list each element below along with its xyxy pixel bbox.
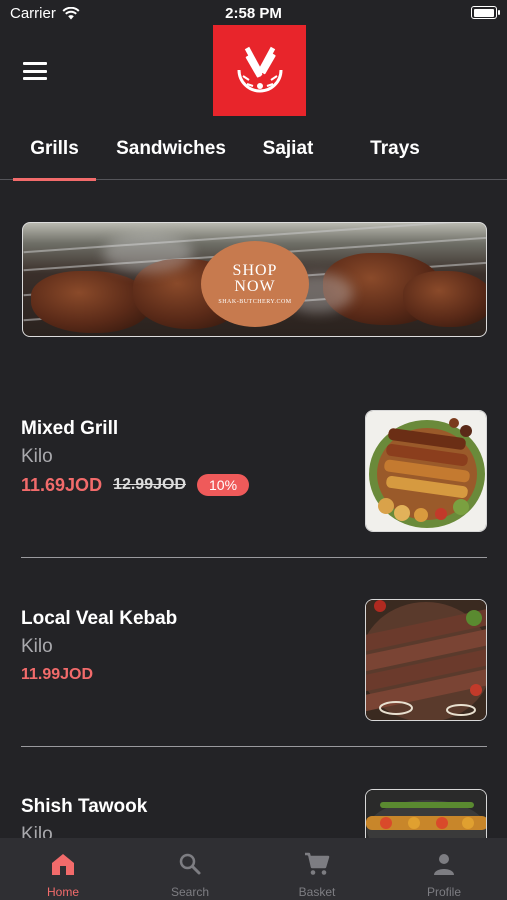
tab-sajiat[interactable]: Sajiat bbox=[250, 138, 326, 180]
product-unit: Kilo bbox=[21, 636, 53, 657]
nav-label: Search bbox=[170, 885, 210, 899]
status-bar: Carrier 2:58 PM bbox=[0, 0, 507, 28]
shop-now-line1: SHOP bbox=[232, 262, 278, 279]
product-item-shish-tawook[interactable]: Shish Tawook Kilo bbox=[0, 780, 507, 838]
promo-banner[interactable]: SHOP NOW SHAK-BUTCHERY.COM bbox=[22, 222, 487, 337]
tab-trays[interactable]: Trays bbox=[355, 138, 435, 180]
product-old-price: 12.99JOD bbox=[113, 476, 186, 493]
product-item-mixed-grill[interactable]: Mixed Grill Kilo 11.69JOD 12.99JOD 10% bbox=[0, 400, 507, 550]
battery-fill bbox=[473, 8, 494, 17]
nav-label: Profile bbox=[426, 885, 461, 899]
product-name: Local Veal Kebab bbox=[21, 608, 178, 629]
product-price: 11.99JOD bbox=[21, 666, 94, 683]
nav-basket[interactable]: Basket bbox=[254, 838, 380, 900]
home-icon bbox=[52, 854, 74, 875]
tab-grills[interactable]: Grills bbox=[13, 138, 96, 181]
nav-label: Home bbox=[46, 885, 79, 899]
person-icon bbox=[434, 854, 454, 875]
nav-label: Basket bbox=[298, 885, 336, 899]
nav-home[interactable]: Home bbox=[0, 838, 126, 900]
tab-sandwiches[interactable]: Sandwiches bbox=[108, 138, 234, 180]
product-name: Shish Tawook bbox=[21, 796, 148, 817]
product-price: 11.69JOD bbox=[21, 474, 103, 495]
butcher-knife-cleaver-logo bbox=[237, 46, 282, 92]
status-time: 2:58 PM bbox=[225, 5, 282, 22]
divider bbox=[21, 746, 487, 747]
nav-search[interactable]: Search bbox=[127, 838, 253, 900]
product-unit: Kilo bbox=[21, 824, 53, 838]
brand-logo bbox=[213, 25, 306, 116]
tab-label: Trays bbox=[370, 138, 420, 159]
hamburger-menu-icon[interactable] bbox=[22, 60, 48, 82]
product-unit: Kilo bbox=[21, 446, 53, 467]
category-tabs: Grills Sandwiches Sajiat Trays bbox=[0, 130, 507, 181]
shop-now-line2: NOW bbox=[234, 278, 276, 295]
shop-url: SHAK-BUTCHERY.COM bbox=[218, 299, 292, 305]
price-row: 11.69JOD 12.99JOD 10% bbox=[21, 474, 250, 496]
price-row: 11.99JOD bbox=[21, 666, 93, 684]
divider bbox=[21, 557, 487, 558]
product-image-mixed-grill bbox=[365, 410, 487, 532]
tab-label: Sandwiches bbox=[116, 138, 226, 159]
battery-icon bbox=[471, 6, 500, 19]
product-name: Mixed Grill bbox=[21, 418, 119, 439]
product-image-local-veal-kebab bbox=[365, 599, 487, 721]
nav-profile[interactable]: Profile bbox=[381, 838, 507, 900]
tab-label: Sajiat bbox=[262, 138, 314, 159]
discount-badge: 10% bbox=[197, 474, 250, 496]
bottom-navigation: Home Search Basket Profile bbox=[0, 838, 507, 900]
product-image-shish-tawook bbox=[365, 789, 487, 838]
product-item-local-veal-kebab[interactable]: Local Veal Kebab Kilo 11.99JOD bbox=[0, 590, 507, 740]
cart-icon bbox=[305, 852, 330, 875]
search-icon bbox=[179, 853, 201, 875]
shop-now-badge: SHOP NOW SHAK-BUTCHERY.COM bbox=[201, 241, 309, 327]
tab-label: Grills bbox=[30, 138, 79, 159]
